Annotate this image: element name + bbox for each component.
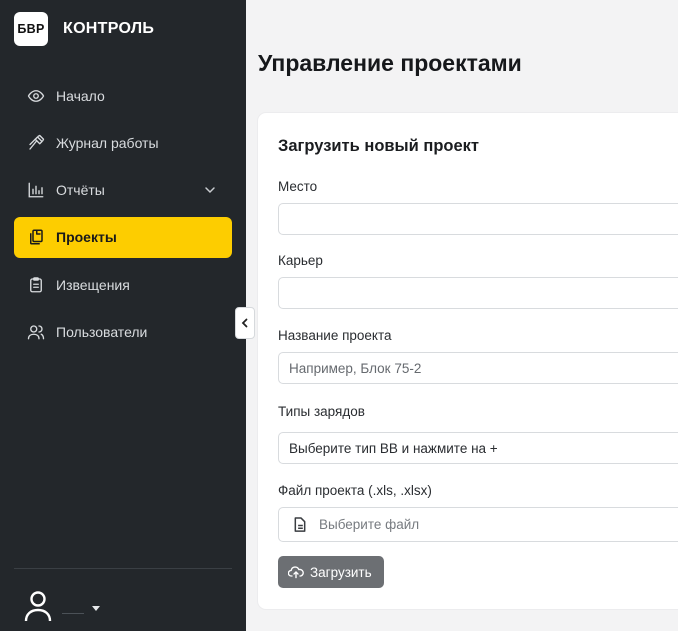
- sidebar-item-label: Журнал работы: [56, 134, 159, 151]
- chevron-down-icon[interactable]: [202, 182, 218, 198]
- collapse-sidebar-button[interactable]: [235, 307, 255, 339]
- chevron-left-icon: [241, 318, 248, 328]
- sidebar-item-label: Извещения: [56, 276, 130, 293]
- sidebar-item-home[interactable]: Начало: [14, 75, 232, 116]
- app-name: КОНТРОЛЬ: [63, 20, 155, 37]
- user-name: [62, 604, 84, 614]
- place-input[interactable]: [278, 203, 678, 235]
- project-name-input[interactable]: Например, Блок 75-2: [278, 352, 678, 384]
- sidebar-item-label: Отчёты: [56, 182, 105, 199]
- charge-types-select[interactable]: Выберите тип ВВ и нажмите на +: [278, 432, 678, 464]
- sidebar-item-work-log[interactable]: Журнал работы: [14, 122, 232, 163]
- sidebar-nav: Начало Журнал работы Отчёты Проекты Изве…: [14, 75, 232, 359]
- charge-types-placeholder: Выберите тип ВВ и нажмите на +: [289, 440, 498, 456]
- clipboard-icon: [26, 275, 46, 295]
- project-file-label: Файл проекта (.xls, .xlsx): [278, 483, 432, 498]
- sidebar: БВР КОНТРОЛЬ Начало Журнал работы Отчёты: [0, 0, 246, 631]
- brand[interactable]: БВР КОНТРОЛЬ: [14, 12, 154, 46]
- project-name-placeholder: Например, Блок 75-2: [289, 360, 422, 376]
- project-file-input[interactable]: Выберите файл: [278, 507, 678, 542]
- sidebar-divider: [14, 568, 232, 569]
- sidebar-item-label: Проекты: [56, 229, 117, 246]
- page-title: Управление проектами: [258, 50, 522, 76]
- quarry-input[interactable]: [278, 277, 678, 309]
- cloud-upload-icon: [288, 566, 304, 579]
- users-icon: [26, 322, 46, 342]
- place-label: Место: [278, 179, 318, 194]
- card-title: Загрузить новый проект: [278, 137, 480, 155]
- upload-button[interactable]: Загрузить: [278, 556, 384, 588]
- sidebar-item-users[interactable]: Пользователи: [14, 311, 232, 352]
- sidebar-item-notifications[interactable]: Извещения: [14, 264, 232, 305]
- sidebar-item-label: Начало: [56, 87, 105, 104]
- project-file-placeholder: Выберите файл: [319, 517, 420, 532]
- upload-project-card: Загрузить новый проект Место Карьер Назв…: [258, 113, 678, 609]
- file-icon: [294, 517, 306, 532]
- caret-down-icon[interactable]: [92, 606, 100, 611]
- bar-chart-icon: [26, 180, 46, 200]
- user-avatar-icon: [24, 590, 52, 627]
- project-name-label: Название проекта: [278, 328, 392, 343]
- user-menu[interactable]: [24, 590, 100, 627]
- hammer-icon: [26, 133, 46, 153]
- sidebar-item-projects[interactable]: Проекты: [14, 216, 232, 258]
- app-logo: БВР: [14, 12, 48, 46]
- upload-button-label: Загрузить: [310, 564, 372, 580]
- sidebar-item-label: Пользователи: [56, 323, 148, 340]
- quarry-label: Карьер: [278, 253, 323, 268]
- documents-icon: [26, 227, 46, 247]
- charge-types-label: Типы зарядов: [278, 404, 365, 419]
- sidebar-item-reports[interactable]: Отчёты: [14, 170, 232, 211]
- eye-icon: [26, 86, 46, 106]
